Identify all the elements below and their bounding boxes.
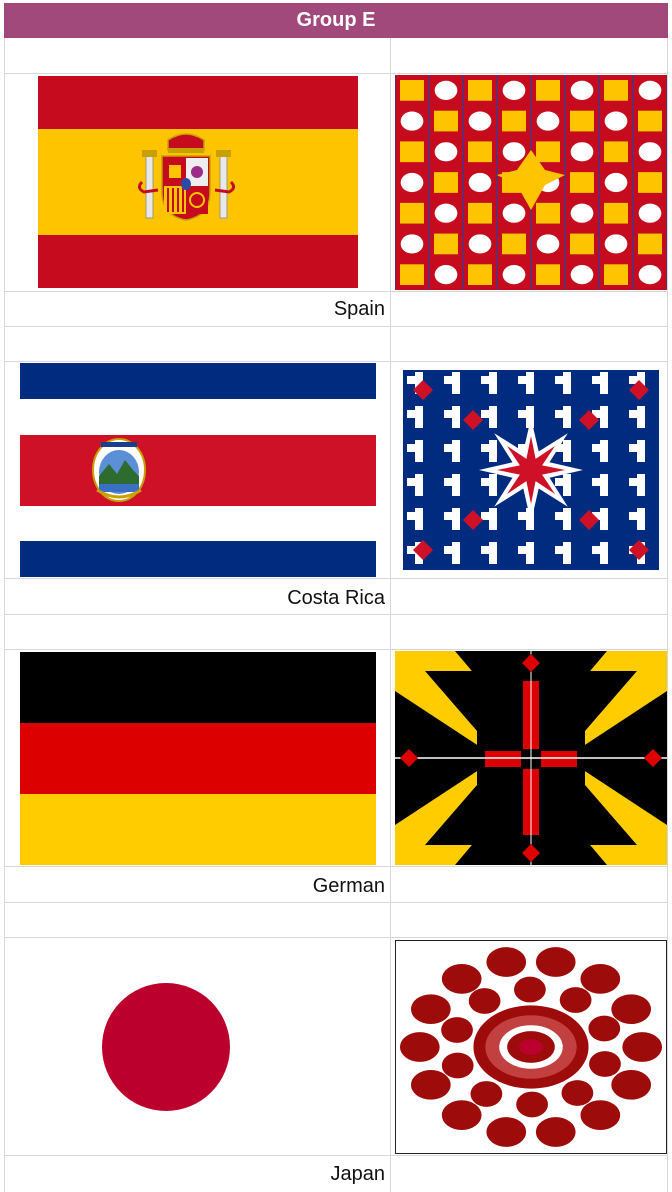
row-divider [4, 937, 668, 938]
japan-pattern-art [395, 940, 667, 1154]
row-divider [4, 649, 668, 650]
row-divider [4, 291, 668, 292]
row-divider [4, 614, 668, 615]
costa-rica-flag-icon [20, 363, 376, 577]
costa-rica-pattern-art [403, 370, 659, 570]
spain-pattern-art [395, 75, 667, 290]
row-divider [4, 578, 668, 579]
spain-flag-icon [38, 76, 358, 288]
table-column-divider [390, 38, 391, 1192]
country-label-costa-rica: Costa Rica [287, 587, 385, 609]
country-label-spain: Spain [333, 298, 385, 320]
row-divider [4, 902, 668, 903]
country-label-german: German [312, 875, 385, 897]
row-divider [4, 866, 668, 867]
country-label-japan: Japan [330, 1163, 386, 1185]
germany-flag-icon [20, 652, 376, 865]
row-divider [4, 326, 668, 327]
table-border-right [667, 38, 668, 1192]
japan-flag-icon [20, 940, 376, 1154]
row-divider [4, 1155, 668, 1156]
group-title: Group E [4, 3, 668, 38]
table-border-left [4, 38, 5, 1192]
group-e-table: Group E Spain Costa Rica German Japan [0, 0, 672, 1192]
row-divider [4, 361, 668, 362]
row-divider [4, 73, 668, 74]
germany-pattern-art [395, 651, 667, 865]
